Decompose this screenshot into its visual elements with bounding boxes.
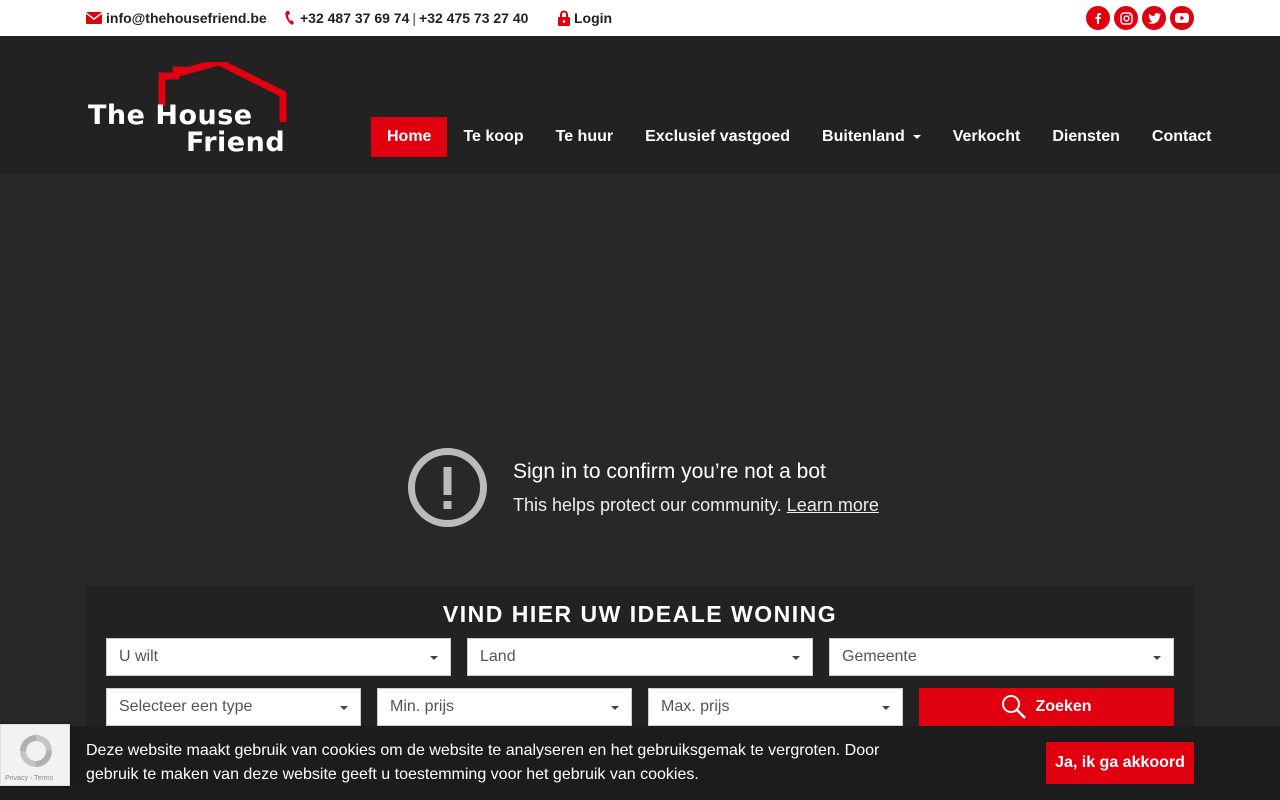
login-link[interactable]: Login: [558, 0, 612, 36]
select-value: Gemeente: [842, 648, 917, 665]
caret-down-icon: [430, 656, 438, 660]
chevron-down-icon: [912, 135, 921, 139]
nav-label: Buitenland: [822, 128, 905, 145]
caret-down-icon: [792, 656, 800, 660]
caret-down-icon: [882, 706, 890, 710]
nav-label: Home: [387, 128, 432, 145]
learn-more-link[interactable]: Learn more: [787, 495, 879, 515]
recaptcha-icon: [20, 735, 52, 767]
main-navigation: Home Te koop Te huur Exclusief vastgoed …: [371, 117, 1227, 157]
bot-notice-subtitle: This helps protect our community.: [513, 494, 782, 515]
min-price-select[interactable]: Min. prijs: [377, 688, 632, 726]
nav-label: Exclusief vastgoed: [645, 128, 791, 145]
twitter-icon[interactable]: [1142, 6, 1166, 30]
envelope-icon: [86, 12, 102, 24]
search-title: VIND HIER UW IDEALE WONING: [442, 601, 838, 627]
phone-number-1[interactable]: +32 487 37 69 74: [300, 10, 409, 26]
country-select[interactable]: Land: [467, 638, 813, 676]
recaptcha-badge[interactable]: Privacy - Terms: [0, 724, 70, 786]
purpose-select[interactable]: U wilt: [106, 638, 451, 676]
search-icon: [1002, 695, 1027, 719]
select-value: U wilt: [119, 648, 159, 665]
select-value: Selecteer een type: [119, 698, 253, 715]
search-button[interactable]: Zoeken: [919, 688, 1174, 726]
nav-item-exclusief-vastgoed[interactable]: Exclusief vastgoed: [629, 117, 806, 157]
phone-number-2[interactable]: +32 475 73 27 40: [419, 10, 528, 26]
max-price-select[interactable]: Max. prijs: [648, 688, 903, 726]
site-logo[interactable]: The House Friend: [86, 58, 288, 158]
nav-label: Te huur: [555, 128, 614, 145]
site-header: The House Friend Home Te koop Te huur Ex…: [0, 36, 1280, 173]
select-value: Land: [480, 648, 516, 665]
logo-line-1: The House: [88, 100, 253, 131]
recaptcha-footer[interactable]: Privacy - Terms: [5, 775, 53, 782]
lock-icon: [558, 10, 570, 26]
search-button-label: Zoeken: [1035, 698, 1092, 715]
instagram-icon[interactable]: [1114, 6, 1138, 30]
nav-label: Contact: [1151, 128, 1212, 145]
nav-label: Diensten: [1052, 128, 1120, 145]
bot-notice-title: Sign in to confirm you’re not a bot: [513, 459, 826, 483]
youtube-icon[interactable]: [1170, 6, 1194, 30]
nav-item-te-koop[interactable]: Te koop: [447, 117, 539, 157]
email-link[interactable]: info@thehousefriend.be: [86, 0, 267, 36]
select-value: Min. prijs: [390, 698, 455, 715]
login-label: Login: [574, 10, 613, 26]
accept-cookies-button[interactable]: Ja, ik ga akkoord: [1046, 742, 1194, 784]
phone-separator: |: [412, 10, 417, 26]
nav-item-diensten[interactable]: Diensten: [1036, 117, 1136, 157]
select-value: Max. prijs: [661, 698, 730, 715]
email-text: info@thehousefriend.be: [106, 10, 267, 26]
social-links: [1086, 6, 1194, 30]
bot-check-notice: Sign in to confirm you’re not a bot This…: [407, 447, 879, 528]
top-bar: info@thehousefriend.be +32 487 37 69 74 …: [0, 0, 1280, 36]
cookie-text: Deze website maakt gebruik van cookies o…: [86, 742, 880, 783]
phone-icon: [285, 11, 294, 25]
cookie-banner: Deze website maakt gebruik van cookies o…: [0, 726, 1280, 800]
nav-item-contact[interactable]: Contact: [1136, 117, 1228, 157]
type-select[interactable]: Selecteer een type: [106, 688, 361, 726]
logo-line-2: Friend: [186, 127, 286, 158]
alert-icon: [408, 448, 487, 527]
caret-down-icon: [611, 706, 619, 710]
facebook-icon[interactable]: [1086, 6, 1110, 30]
nav-item-te-huur[interactable]: Te huur: [540, 117, 629, 157]
municipality-select[interactable]: Gemeente: [829, 638, 1174, 676]
caret-down-icon: [340, 706, 348, 710]
caret-down-icon: [1153, 656, 1161, 660]
phone-links: +32 487 37 69 74 | +32 475 73 27 40: [284, 0, 528, 36]
nav-label: Verkocht: [952, 128, 1021, 145]
nav-label: Te koop: [463, 128, 524, 145]
nav-item-verkocht[interactable]: Verkocht: [937, 117, 1037, 157]
nav-item-home[interactable]: Home: [371, 117, 448, 157]
nav-item-buitenland[interactable]: Buitenland: [806, 117, 937, 157]
